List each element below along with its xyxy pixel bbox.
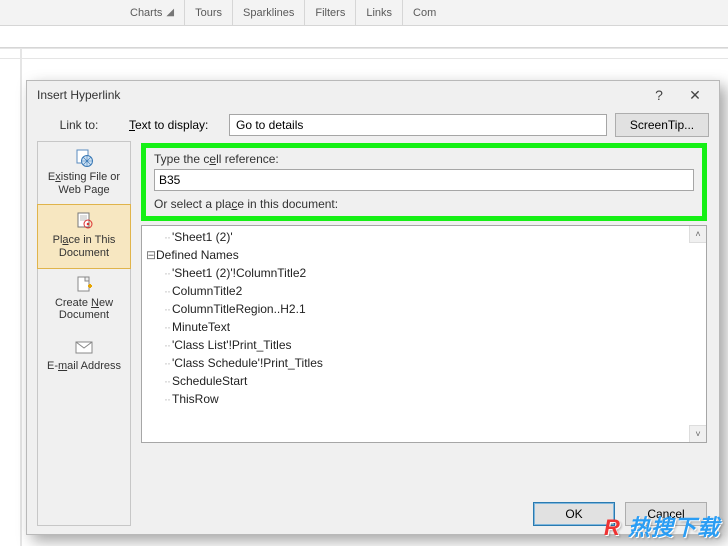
ribbon-group-tours[interactable]: Tours — [185, 0, 233, 25]
dialog-main-panel: Type the cell reference: Or select a pla… — [131, 141, 719, 536]
scroll-down-button[interactable]: ˅ — [689, 425, 706, 442]
chevron-down-icon: ˅ — [695, 429, 700, 439]
link-to-label: Link to: — [37, 118, 121, 132]
sidebar-item-existing-file[interactable]: Existing File or Web Page — [38, 142, 130, 205]
dialog-button-row: OK Cancel — [533, 502, 707, 526]
sidebar-item-label: Create New Document — [40, 297, 128, 322]
sidebar-item-label: Place in This Document — [40, 234, 128, 259]
highlighted-region: Type the cell reference: Or select a pla… — [141, 143, 707, 221]
cell-reference-label: Type the cell reference: — [154, 152, 694, 166]
cancel-button[interactable]: Cancel — [625, 502, 707, 526]
sidebar-item-email[interactable]: E-mail Address — [38, 331, 130, 382]
ribbon-group-charts[interactable]: Charts◢ — [120, 0, 185, 25]
sidebar-item-place-in-doc[interactable]: Place in This Document — [37, 204, 131, 268]
dialog-title: Insert Hyperlink — [37, 88, 641, 102]
document-target-icon — [74, 211, 94, 231]
tree-item[interactable]: MinuteText — [146, 318, 702, 336]
ribbon-group-filters[interactable]: Filters — [305, 0, 356, 25]
tree-item[interactable]: ColumnTitle2 — [146, 282, 702, 300]
select-place-label: Or select a place in this document: — [154, 197, 694, 211]
email-icon — [74, 337, 94, 357]
dialog-launcher-icon[interactable]: ◢ — [162, 7, 174, 18]
collapse-icon[interactable]: ⊟ — [146, 246, 156, 264]
screentip-button[interactable]: ScreenTip... — [615, 113, 709, 137]
tree-item[interactable]: ScheduleStart — [146, 372, 702, 390]
tree-item[interactable]: 'Class List'!Print_Titles — [146, 336, 702, 354]
ok-button[interactable]: OK — [533, 502, 615, 526]
help-icon: ? — [655, 87, 663, 103]
tree-item[interactable]: 'Sheet1 (2)' — [146, 228, 702, 246]
dialog-top-row: Link to: Text to display: ScreenTip... — [27, 109, 719, 141]
cell-reference-input[interactable] — [154, 169, 694, 191]
tree-item[interactable]: ⊟Defined Names — [146, 246, 702, 264]
close-icon: ✕ — [689, 87, 701, 104]
ribbon-group-links[interactable]: Links — [356, 0, 403, 25]
scroll-up-button[interactable]: ˄ — [689, 226, 706, 243]
tree-item[interactable]: ThisRow — [146, 390, 702, 408]
tree-item[interactable]: 'Class Schedule'!Print_Titles — [146, 354, 702, 372]
chevron-up-icon: ˄ — [695, 229, 700, 239]
formula-bar[interactable] — [0, 26, 728, 48]
tree-item[interactable]: ColumnTitleRegion..H2.1 — [146, 300, 702, 318]
document-places-tree[interactable]: ˄ 'Sheet1 (2)' ⊟Defined Names 'Sheet1 (2… — [141, 225, 707, 443]
link-to-sidebar: Existing File or Web Page Place in This … — [37, 141, 131, 526]
dialog-titlebar[interactable]: Insert Hyperlink ? ✕ — [27, 81, 719, 109]
text-to-display-input[interactable] — [229, 114, 607, 136]
sidebar-item-label: Existing File or Web Page — [40, 171, 128, 196]
ribbon-group-sparklines[interactable]: Sparklines — [233, 0, 305, 25]
globe-file-icon — [74, 148, 94, 168]
close-button[interactable]: ✕ — [677, 84, 713, 106]
help-button[interactable]: ? — [641, 84, 677, 106]
ribbon-group-comments[interactable]: Com — [403, 0, 446, 25]
insert-hyperlink-dialog: Insert Hyperlink ? ✕ Link to: Text to di… — [26, 80, 720, 535]
new-document-icon — [74, 274, 94, 294]
sidebar-item-create-new[interactable]: Create New Document — [38, 268, 130, 331]
ribbon: Charts◢ Tours Sparklines Filters Links C… — [0, 0, 728, 26]
sidebar-item-label: E-mail Address — [47, 360, 121, 373]
text-to-display-label: Text to display: — [129, 118, 221, 132]
tree-item[interactable]: 'Sheet1 (2)'!ColumnTitle2 — [146, 264, 702, 282]
